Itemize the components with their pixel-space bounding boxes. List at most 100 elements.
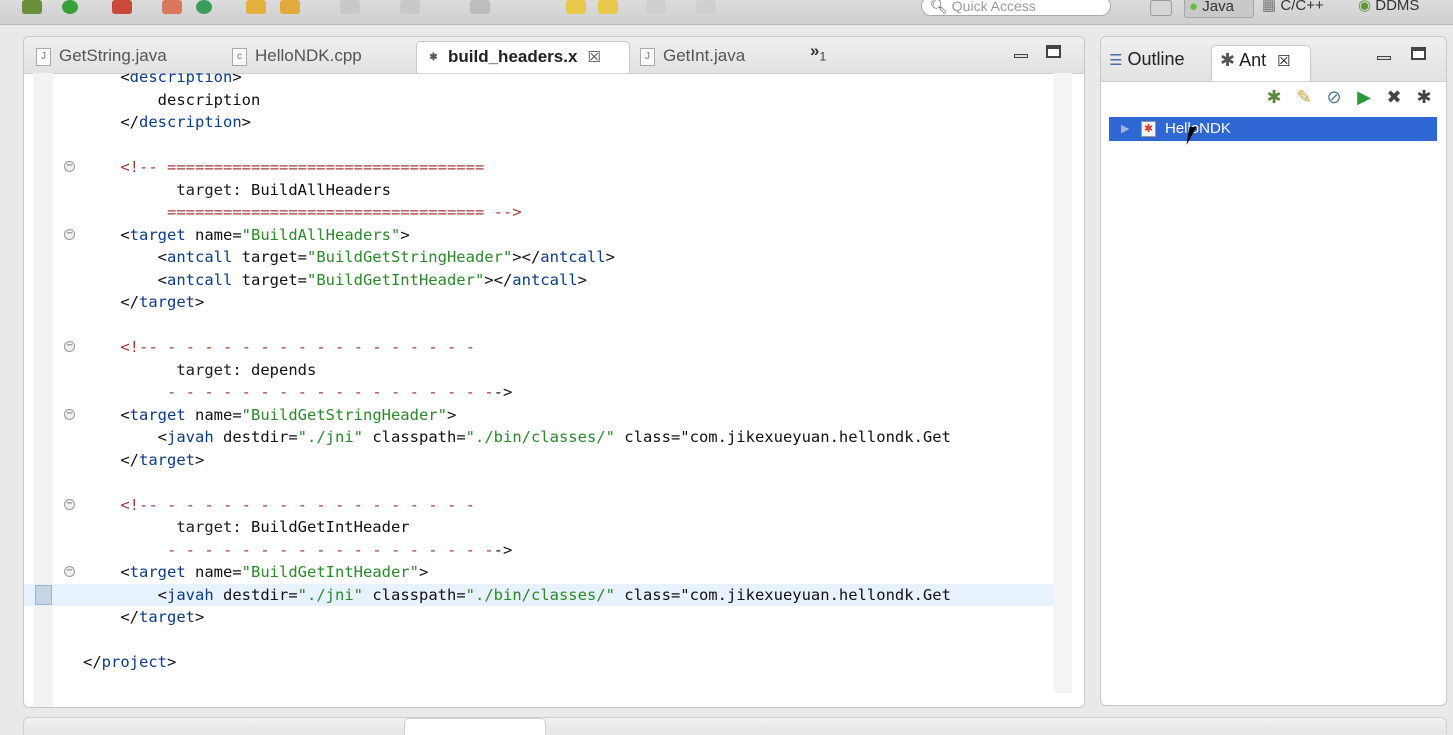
tab-hellondk-cpp[interactable]: c HelloNDK.cpp [232, 41, 362, 73]
code-line[interactable]: − <target name="BuildAllHeaders"> [24, 224, 1054, 246]
code-line[interactable] [24, 134, 1054, 156]
fold-toggle-icon[interactable]: − [64, 408, 75, 420]
code-line-text: </target> [83, 608, 205, 626]
tree-item-hellondk[interactable]: ▶ ✱ HelloNDK [1109, 117, 1437, 141]
tab-outline[interactable]: ☰ Outline [1109, 45, 1185, 81]
external-tools-icon[interactable] [112, 0, 132, 14]
fold-toggle-icon[interactable]: − [64, 566, 75, 577]
tab-getstring-java[interactable]: J GetString.java [36, 41, 167, 73]
open-perspective-icon[interactable] [1150, 0, 1172, 16]
fold-toggle-icon[interactable]: − [64, 228, 75, 240]
main-toolbar: 🔍︎ Quick Access ● Java ▦ C/C++ ◉ DDMS [0, 0, 1453, 25]
code-line[interactable]: ================================== --> [24, 201, 1054, 223]
code-line[interactable]: <antcall target="BuildGetStringHeader"><… [24, 246, 1054, 268]
tab-getint-java[interactable]: J GetInt.java [640, 41, 745, 73]
code-line-text: <antcall target="BuildGetIntHeader"></an… [83, 270, 587, 289]
code-line[interactable]: </target> [24, 449, 1054, 471]
back-icon[interactable] [646, 0, 666, 14]
toolbar-disabled-icon[interactable] [470, 0, 490, 14]
code-line-text: <!-- ================================== [120, 158, 485, 176]
minimize-icon [1014, 54, 1028, 58]
code-line[interactable]: </description> [24, 111, 1054, 133]
code-area[interactable]: <description> description </description>… [24, 73, 1054, 707]
code-line-text: <description> [83, 73, 242, 86]
tab-overflow-button[interactable]: »1 [810, 41, 826, 63]
code-line[interactable]: − <!-- - - - - - - - - - - - - - - - - - [24, 494, 1054, 516]
remove-icon[interactable]: ✖ [1382, 87, 1406, 108]
vertical-scrollbar[interactable] [1054, 73, 1072, 693]
ant-file-icon: ✱ [429, 51, 438, 63]
remove-all-icon[interactable]: ✱ [1412, 87, 1436, 108]
maximize-button[interactable] [1046, 45, 1061, 62]
add-buildfile-icon[interactable]: ✱ [1262, 87, 1286, 108]
code-line[interactable]: <javah destdir="./jni" classpath="./bin/… [24, 583, 1054, 606]
code-line-text: <target name="BuildAllHeaders"> [83, 225, 410, 244]
forward-icon[interactable] [696, 0, 716, 14]
code-line[interactable]: - - - - - - - - - - - - - - - - - --> [24, 381, 1054, 403]
code-line[interactable]: − <target name="BuildGetStringHeader"> [24, 404, 1054, 426]
code-line-text: - - - - - - - - - - - - - - - - - --> [167, 383, 513, 401]
maximize-button[interactable] [1411, 47, 1426, 64]
code-line[interactable] [24, 471, 1054, 493]
code-line-text: - - - - - - - - - - - - - - - - - --> [167, 540, 513, 559]
ant-icon: ✱ [1220, 50, 1236, 70]
annotation-next-icon[interactable] [598, 0, 618, 14]
cpp-perspective-icon: ▦ [1262, 0, 1277, 14]
code-line[interactable]: <antcall target="BuildGetIntHeader"></an… [24, 269, 1054, 291]
code-line[interactable]: − <!-- - - - - - - - - - - - - - - - - - [24, 336, 1054, 358]
code-line-text: target: BuildAllHeaders [176, 180, 391, 199]
code-line[interactable] [24, 314, 1054, 336]
code-line[interactable]: - - - - - - - - - - - - - - - - - --> [24, 539, 1054, 561]
new-class-icon[interactable] [162, 0, 182, 14]
quick-access-placeholder: Quick Access [951, 0, 1036, 14]
code-line-text: </target> [83, 293, 205, 311]
code-line[interactable]: target: BuildGetIntHeader [24, 516, 1054, 538]
close-icon[interactable]: ☒ [587, 49, 600, 66]
perspective-java[interactable]: ● Java [1184, 0, 1254, 18]
code-line-text: <!-- - - - - - - - - - - - - - - - - - [120, 495, 475, 514]
annotation-prev-icon[interactable] [566, 0, 586, 14]
code-line[interactable]: description [24, 89, 1054, 111]
minimize-button[interactable] [1377, 47, 1391, 64]
fold-toggle-icon[interactable]: − [64, 341, 75, 352]
code-line-text: <javah destdir="./jni" classpath="./bin/… [83, 428, 951, 446]
fold-toggle-icon[interactable]: − [64, 161, 75, 172]
expand-icon[interactable]: ▶ [1121, 117, 1129, 141]
code-line[interactable]: − <target name="BuildGetIntHeader"> [24, 561, 1054, 583]
code-line[interactable]: </project> [24, 651, 1054, 673]
side-panel: ☰ Outline ✱ Ant ☒ ✱ ✎ ⊘ ▶ ✖ ✱ ▶ ✱ HelloNDK [1100, 36, 1447, 706]
toolbar-disabled-icon[interactable] [340, 0, 360, 14]
tab-ant[interactable]: ✱ Ant ☒ [1211, 45, 1311, 81]
code-line[interactable]: </target> [24, 606, 1054, 628]
fold-toggle-icon[interactable]: − [64, 498, 75, 510]
quick-access-input[interactable]: 🔍︎ Quick Access [921, 0, 1111, 16]
tab-label: GetInt.java [663, 46, 746, 65]
minimize-button[interactable] [1014, 45, 1028, 62]
toolbar-disabled-icon[interactable] [400, 0, 420, 14]
perspective-ddms[interactable]: ◉ DDMS [1358, 0, 1419, 18]
code-line[interactable]: − <!-- =================================… [24, 156, 1054, 178]
run-icon[interactable] [62, 0, 78, 14]
close-icon[interactable]: ☒ [1277, 53, 1290, 70]
open-type-icon[interactable] [246, 0, 266, 14]
overflow-count: 1 [819, 49, 827, 64]
bottom-active-tab[interactable] [404, 718, 546, 735]
tab-build-headers[interactable]: ✱ build_headers.x ☒ [416, 41, 630, 73]
side-tabbar: ☰ Outline ✱ Ant ☒ [1101, 37, 1446, 82]
code-line[interactable] [24, 629, 1054, 651]
new-package-icon[interactable] [196, 0, 212, 14]
hide-internal-targets-icon[interactable]: ⊘ [1322, 87, 1346, 108]
search-buildfile-icon[interactable]: ✎ [1292, 87, 1316, 108]
code-line[interactable]: target: depends [24, 359, 1054, 381]
ant-toolbar: ✱ ✎ ⊘ ▶ ✖ ✱ [1256, 87, 1436, 113]
run-target-icon[interactable]: ▶ [1352, 87, 1376, 108]
search-tool-icon[interactable] [280, 0, 300, 14]
code-line[interactable]: <javah destdir="./jni" classpath="./bin/… [24, 426, 1054, 448]
bottom-panel [23, 717, 1447, 735]
code-line[interactable]: </target> [24, 291, 1054, 313]
debug-icon[interactable] [22, 0, 42, 14]
code-line[interactable]: target: BuildAllHeaders [24, 179, 1054, 201]
code-line[interactable]: <description> [24, 73, 1054, 88]
ddms-perspective-icon: ◉ [1358, 0, 1372, 14]
perspective-cpp[interactable]: ▦ C/C++ [1262, 0, 1324, 18]
